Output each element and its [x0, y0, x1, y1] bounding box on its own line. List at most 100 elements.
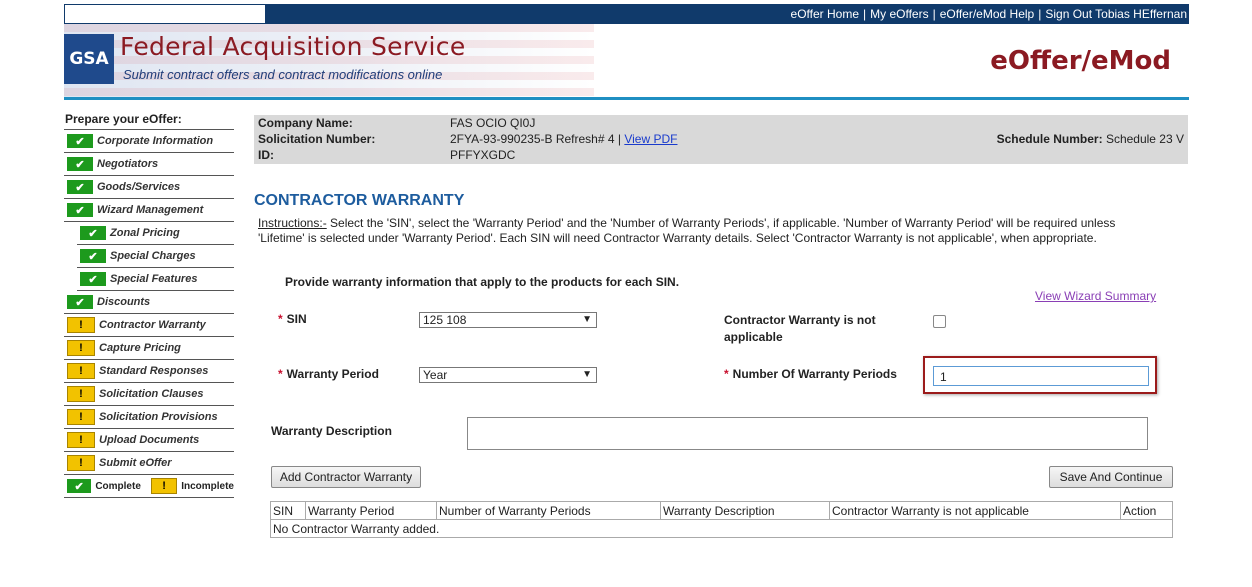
warning-icon: !	[67, 386, 95, 402]
legend-complete-label: Complete	[95, 480, 141, 492]
sidebar-item-label: Contractor Warranty	[99, 319, 206, 331]
sidebar-title: Prepare your eOffer:	[64, 110, 234, 130]
table-row: No Contractor Warranty added.	[270, 519, 1173, 538]
legend-incomplete-label: Incomplete	[181, 480, 234, 492]
col-sin: SIN	[270, 501, 306, 520]
sidebar-item-label: Standard Responses	[99, 365, 209, 377]
sidebar-item[interactable]: ✔ Zonal Pricing	[77, 222, 234, 245]
sidebar: Prepare your eOffer: ✔ Corporate Informat…	[64, 110, 234, 498]
view-wizard-summary-link[interactable]: View Wizard Summary	[1035, 289, 1156, 303]
sidebar-item[interactable]: ✔ Negotiators	[64, 153, 234, 176]
save-and-continue-button[interactable]: Save And Continue	[1049, 466, 1173, 488]
brand-subtitle: Submit contract offers and contract modi…	[123, 67, 443, 82]
brand-title: Federal Acquisition Service	[120, 32, 466, 61]
sidebar-item[interactable]: ✔ Goods/Services	[64, 176, 234, 199]
checkmark-icon: ✔	[80, 226, 106, 240]
sidebar-item[interactable]: ! Contractor Warranty	[64, 314, 234, 337]
checkmark-icon: ✔	[80, 249, 106, 263]
table-header-row: SIN Warranty Period Number of Warranty P…	[270, 501, 1173, 520]
chevron-down-icon: ▼	[582, 369, 592, 380]
warranty-period-select[interactable]: Year ▼	[419, 367, 597, 383]
col-action: Action	[1120, 501, 1173, 520]
not-applicable-checkbox[interactable]	[933, 315, 946, 328]
warranty-period-label: * Warranty Period	[278, 367, 379, 381]
schedule-number: Schedule Number: Schedule 23 V	[997, 132, 1184, 146]
app-title: eOffer/eMod	[990, 46, 1171, 76]
sidebar-item-label: Zonal Pricing	[110, 227, 180, 239]
sidebar-item-label: Capture Pricing	[99, 342, 181, 354]
gsa-logo[interactable]: GSA	[64, 34, 114, 84]
not-applicable-label: Contractor Warranty is not applicable	[724, 313, 876, 344]
checkmark-icon: ✔	[67, 134, 93, 148]
col-number-of-periods: Number of Warranty Periods	[436, 501, 661, 520]
col-not-applicable: Contractor Warranty is not applicable	[829, 501, 1121, 520]
required-asterisk: *	[278, 367, 283, 381]
checkmark-icon: ✔	[67, 157, 93, 171]
num-periods-input[interactable]: 1	[933, 366, 1149, 386]
sidebar-item[interactable]: ✔ Special Charges	[77, 245, 234, 268]
warning-icon: !	[67, 455, 95, 471]
warning-icon: !	[67, 363, 95, 379]
page-title: CONTRACTOR WARRANTY	[254, 192, 465, 209]
sidebar-item-label: Corporate Information	[97, 135, 214, 147]
site-header: GSA Federal Acquisition Service Submit c…	[64, 24, 1189, 98]
warranty-description-textarea[interactable]	[467, 417, 1148, 450]
solicitation-number-value: 2FYA-93-990235-B Refresh# 4 | View PDF	[450, 132, 677, 146]
warranty-period-select-value: Year	[423, 368, 448, 382]
sidebar-item-label: Negotiators	[97, 158, 159, 170]
sidebar-item[interactable]: ! Capture Pricing	[64, 337, 234, 360]
company-name-label: Company Name:	[258, 116, 353, 130]
warranty-period-label-text: Warranty Period	[286, 367, 379, 381]
instructions: Instructions:- Select the 'SIN', select …	[258, 216, 1158, 246]
sidebar-item-label: Solicitation Provisions	[99, 411, 218, 423]
sin-select[interactable]: 125 108 ▼	[419, 312, 597, 328]
provide-info-text: Provide warranty information that apply …	[285, 275, 680, 289]
checkmark-icon: ✔	[67, 295, 93, 309]
schedule-number-label: Schedule Number:	[996, 132, 1103, 146]
sidebar-item-label: Submit eOffer	[99, 457, 172, 469]
sidebar-item[interactable]: ! Upload Documents	[64, 429, 234, 452]
company-name-value: FAS OCIO QI0J	[450, 116, 536, 130]
sidebar-item[interactable]: ! Solicitation Provisions	[64, 406, 234, 429]
col-warranty-description: Warranty Description	[660, 501, 830, 520]
view-pdf-link[interactable]: View PDF	[624, 132, 677, 146]
sin-label-text: SIN	[286, 312, 307, 326]
offer-info-panel: Company Name: FAS OCIO QI0J Solicitation…	[254, 115, 1188, 164]
nav-link-sign-out[interactable]: Sign Out Tobias HEffernan	[1045, 7, 1187, 21]
sidebar-item[interactable]: ! Submit eOffer	[64, 452, 234, 475]
header-divider	[64, 97, 1189, 100]
num-periods-highlight: 1	[923, 356, 1157, 394]
sidebar-item[interactable]: ✔ Special Features	[77, 268, 234, 291]
nav-link-help[interactable]: eOffer/eMod Help	[940, 7, 1035, 21]
sidebar-item-label: Discounts	[97, 296, 151, 308]
checkmark-icon: ✔	[80, 272, 106, 286]
sidebar-item[interactable]: ✔ Wizard Management	[64, 199, 234, 222]
add-contractor-warranty-button[interactable]: Add Contractor Warranty	[271, 466, 421, 488]
warranty-description-label: Warranty Description	[271, 424, 392, 438]
sidebar-item[interactable]: ✔ Discounts	[64, 291, 234, 314]
sidebar-item[interactable]: ! Solicitation Clauses	[64, 383, 234, 406]
warning-icon: !	[67, 409, 95, 425]
required-asterisk: *	[724, 367, 729, 381]
checkmark-icon: ✔	[67, 180, 93, 194]
sidebar-items: ✔ Corporate Information ✔ Negotiators ✔ Goods…	[64, 130, 234, 475]
instructions-text: Select the 'SIN', select the 'Warranty P…	[258, 216, 1116, 245]
warning-icon: !	[67, 317, 95, 333]
chevron-down-icon: ▼	[582, 314, 592, 325]
sidebar-item[interactable]: ✔ Corporate Information	[64, 130, 234, 153]
nav-link-eoffer-home[interactable]: eOffer Home	[791, 7, 859, 21]
sin-label: * SIN	[278, 312, 307, 326]
solicitation-number-text: 2FYA-93-990235-B Refresh# 4 |	[450, 132, 621, 146]
sidebar-item[interactable]: ! Standard Responses	[64, 360, 234, 383]
instructions-label: Instructions:-	[258, 216, 327, 230]
sidebar-item-label: Solicitation Clauses	[99, 388, 204, 400]
id-value: PFFYXGDC	[450, 148, 516, 162]
status-legend: ✔ Complete ! Incomplete	[64, 475, 234, 498]
sidebar-item-label: Special Charges	[110, 250, 196, 262]
sidebar-item-label: Goods/Services	[97, 181, 181, 193]
top-nav-left-segment	[64, 4, 266, 24]
col-warranty-period: Warranty Period	[305, 501, 437, 520]
nav-link-my-eoffers[interactable]: My eOffers	[870, 7, 928, 21]
sin-select-value: 125 108	[423, 313, 467, 327]
solicitation-number-label: Solicitation Number:	[258, 132, 376, 146]
